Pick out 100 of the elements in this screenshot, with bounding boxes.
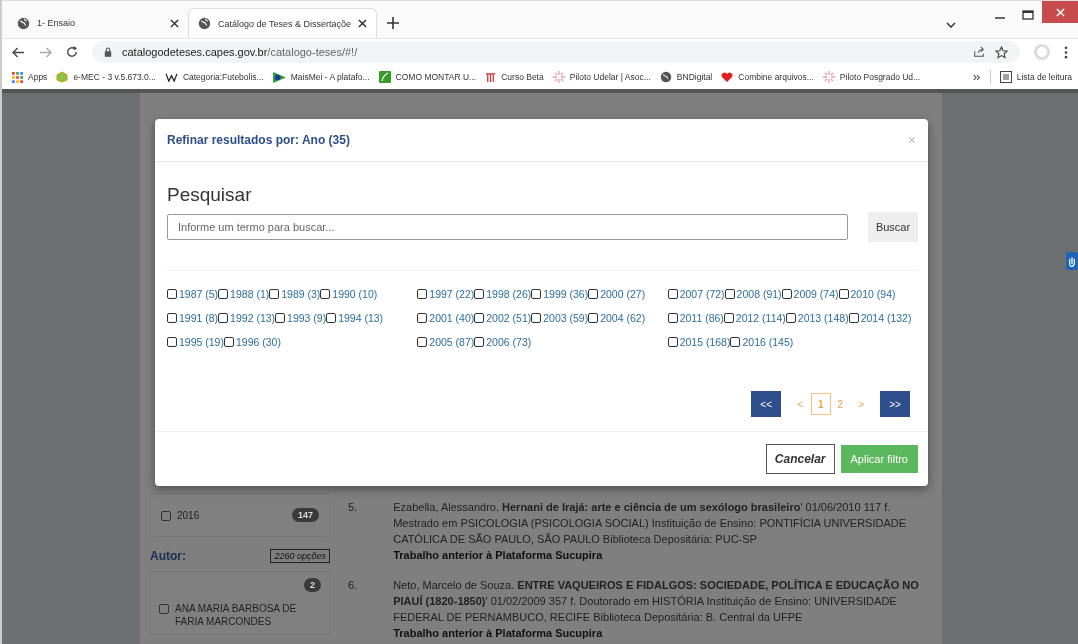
share-icon[interactable]	[973, 46, 985, 58]
year-option[interactable]: 2001 (40)	[417, 311, 475, 325]
bookmark[interactable]: MaisMei - A platafo...	[272, 71, 370, 83]
year-option[interactable]: 1990 (10)	[320, 287, 378, 301]
bookmark[interactable]: Apps	[12, 71, 48, 83]
year-option[interactable]: 2010 (94)	[838, 287, 896, 301]
year-option[interactable]: 1999 (36)	[531, 287, 589, 301]
checkbox[interactable]	[667, 289, 678, 299]
chevron-double-icon[interactable]	[972, 73, 981, 81]
year-option[interactable]: 2008 (91)	[724, 287, 782, 301]
browser-tab[interactable]: Catálogo de Teses & Dissertaçõe	[188, 8, 377, 38]
close-icon[interactable]	[170, 18, 179, 28]
year-option[interactable]: 1993 (9)	[275, 311, 327, 325]
bookmark[interactable]: Piloto Udelar | Asoc...	[552, 71, 651, 83]
year-option[interactable]: 2015 (168)	[667, 335, 731, 349]
checkbox[interactable]	[167, 289, 177, 299]
checkbox[interactable]	[223, 337, 234, 347]
year-option[interactable]: 1996 (30)	[223, 335, 281, 349]
bookmark[interactable]: COMO MONTAR U...	[378, 71, 477, 83]
checkbox[interactable]	[167, 337, 177, 347]
year-option[interactable]: 1998 (26)	[474, 287, 532, 301]
bookmark[interactable]: Categoria:Futebolis...	[164, 72, 264, 82]
checkbox[interactable]	[730, 337, 741, 347]
checkbox[interactable]	[417, 313, 428, 323]
year-option[interactable]: 2007 (72)	[667, 287, 725, 301]
year-option[interactable]: 2006 (73)	[474, 335, 532, 349]
checkbox[interactable]	[326, 313, 337, 323]
checkbox[interactable]	[159, 604, 169, 614]
browser-tab[interactable]: 1- Ensaio	[8, 8, 188, 38]
checkbox[interactable]	[218, 313, 229, 323]
search-button[interactable]: Buscar	[868, 212, 918, 242]
page-jump-button[interactable]: <<	[751, 391, 782, 417]
checkbox[interactable]	[531, 289, 542, 299]
checkbox[interactable]	[320, 289, 331, 299]
year-option[interactable]: 2011 (86)	[667, 311, 724, 325]
year-option[interactable]: 2005 (87)	[417, 335, 475, 349]
year-option[interactable]: 2004 (62)	[588, 311, 646, 325]
bookmark[interactable]: Curso Beta	[485, 71, 544, 83]
bookmark[interactable]: e-MEC - 3 v.5.673.0...	[56, 71, 156, 83]
bookmark[interactable]: BNDigital	[659, 71, 713, 83]
checkbox[interactable]	[474, 289, 485, 299]
cancel-button[interactable]: Cancelar	[765, 444, 835, 474]
result-number: 6.	[348, 578, 358, 593]
result-citation: Neto, Marcelo de Souza. ENTRE VAQUEIROS E FIDALGOS: SOCIEDADE, POLÍTICA E EDUCAÇÃO NO PIAUÍ (1820-1850)' 01/02/2009 357 f. Doutorado em HISTÓRIA Instituição de Ensino: UNIVERSIDADE FEDERAL DE PERNAMBUCO, RECIFE Biblioteca Depositária: B. Central da UFPE	[393, 578, 920, 625]
year-option[interactable]: 2002 (51)	[474, 311, 532, 325]
reload-icon[interactable]	[66, 46, 78, 58]
checkbox[interactable]	[218, 289, 229, 299]
year-option[interactable]: 1987 (5)	[167, 287, 219, 301]
star-icon[interactable]	[995, 45, 1008, 59]
year-option[interactable]: 1992 (13)	[218, 311, 276, 325]
bookmark-label: Categoria:Futebolis...	[182, 72, 264, 82]
checkbox[interactable]	[667, 337, 678, 347]
checkbox[interactable]	[161, 510, 171, 521]
year-option[interactable]: 2016 (145)	[730, 335, 794, 349]
checkbox[interactable]	[838, 289, 849, 299]
year-option[interactable]: 1997 (22)	[417, 287, 475, 301]
reading-list-button[interactable]: Lista de leitura	[999, 71, 1072, 83]
filter-option[interactable]: 2016	[161, 508, 200, 522]
year-option[interactable]: 1994 (13)	[326, 311, 384, 325]
checkbox[interactable]	[667, 313, 678, 323]
year-option[interactable]: 1988 (1)	[218, 287, 270, 301]
menu-icon[interactable]	[1064, 45, 1068, 59]
close-icon[interactable]	[357, 19, 367, 28]
checkbox[interactable]	[417, 337, 428, 347]
checkbox[interactable]	[531, 313, 542, 323]
bookmark[interactable]: Piloto Posgrado Ud...	[822, 71, 921, 83]
year-option[interactable]: 1991 (8)	[167, 311, 219, 325]
address-bar[interactable]: catalogodeteses.capes.gov.br/catalogo-teses/#!/	[92, 41, 1020, 63]
year-option[interactable]: 1989 (3)	[269, 287, 321, 301]
year-option[interactable]: 2014 (132)	[848, 311, 912, 325]
year-option[interactable]: 2009 (74)	[781, 287, 839, 301]
checkbox[interactable]	[588, 313, 599, 323]
year-option[interactable]: 1995 (19)	[167, 335, 224, 349]
year-option[interactable]: 2000 (27)	[588, 287, 646, 301]
year-option[interactable]: 2003 (59)	[531, 311, 589, 325]
checkbox[interactable]	[417, 289, 428, 299]
checkbox[interactable]	[474, 337, 485, 347]
result-note: Trabalho anterior à Plataforma Sucupira	[393, 548, 604, 563]
year-option[interactable]: 2013 (148)	[785, 311, 849, 325]
bookmark[interactable]: Combine arquivos...	[721, 71, 814, 83]
year-option[interactable]: 2012 (114)	[723, 311, 786, 325]
chevron-down-icon[interactable]	[946, 22, 956, 28]
page-jump-button[interactable]: >>	[880, 391, 910, 417]
checkbox[interactable]	[848, 313, 859, 323]
checkbox[interactable]	[269, 289, 280, 299]
checkbox[interactable]	[588, 289, 599, 299]
checkbox[interactable]	[474, 313, 485, 323]
maximize-icon[interactable]	[1022, 9, 1034, 21]
checkbox[interactable]	[723, 313, 734, 323]
checkbox[interactable]	[781, 289, 792, 299]
checkbox[interactable]	[167, 313, 177, 323]
checkbox[interactable]	[275, 313, 286, 323]
search-field[interactable]: Informe um termo para buscar...	[167, 214, 848, 240]
close-window-button[interactable]	[1042, 1, 1078, 23]
back-arrow-icon[interactable]	[12, 46, 25, 58]
checkbox[interactable]	[724, 289, 735, 299]
list-icon	[999, 71, 1012, 83]
checkbox[interactable]	[785, 313, 796, 323]
new-tab-icon[interactable]	[386, 17, 399, 29]
filter-option[interactable]: ANA MARIA BARBOSA DE FARIA MARCONDES	[159, 602, 321, 628]
